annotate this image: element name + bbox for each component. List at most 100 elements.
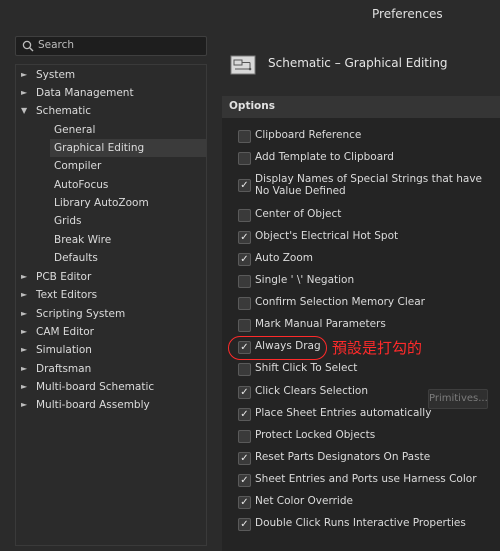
tree-item-label: Draftsman	[36, 363, 92, 375]
option-label: Clipboard Reference	[255, 129, 362, 141]
option-checkbox[interactable]	[238, 319, 251, 332]
tree-item[interactable]: ► Simulation	[16, 341, 206, 359]
option-checkbox[interactable]	[238, 275, 251, 288]
tree-item[interactable]: ► Draftsman	[16, 360, 206, 378]
option-checkbox[interactable]: ✓	[238, 231, 251, 244]
option-checkbox[interactable]: ✓	[238, 518, 251, 531]
option-row[interactable]: ✓ Reset Parts Designators On Paste	[222, 448, 500, 468]
option-label: Confirm Selection Memory Clear	[255, 296, 425, 308]
option-row[interactable]: Add Template to Clipboard	[222, 148, 500, 168]
option-label: Net Color Override	[255, 495, 353, 507]
tree-item[interactable]: ► Data Management	[16, 84, 206, 102]
option-label: Object's Electrical Hot Spot	[255, 230, 399, 242]
options-header: Options	[222, 96, 500, 118]
tree-item-label: Compiler	[54, 160, 102, 172]
chevron-right-icon[interactable]: ►	[21, 341, 31, 359]
option-row[interactable]: ✓ Object's Electrical Hot Spot	[222, 227, 500, 247]
tree-item-label: Data Management	[36, 87, 134, 99]
tree-item-label: Library AutoZoom	[54, 197, 149, 209]
option-label: Center of Object	[255, 208, 342, 220]
option-checkbox[interactable]: ✓	[238, 452, 251, 465]
tree-item[interactable]: ► Multi-board Schematic	[16, 378, 206, 396]
tree-item-label: Grids	[54, 215, 82, 227]
option-label: Single ' \' Negation	[255, 274, 355, 286]
tree-item[interactable]: Break Wire	[50, 231, 206, 249]
option-row[interactable]: Confirm Selection Memory Clear	[222, 293, 500, 313]
option-label: Place Sheet Entries automatically	[255, 407, 432, 419]
option-label: Double Click Runs Interactive Properties	[255, 517, 466, 529]
window-title: Preferences	[372, 7, 443, 21]
option-row[interactable]: Protect Locked Objects	[222, 426, 500, 446]
search-input[interactable]: Search	[15, 36, 207, 56]
option-label: Shift Click To Select	[255, 362, 358, 374]
tree-item[interactable]: General	[50, 121, 206, 139]
tree-item-label: System	[36, 69, 76, 81]
tree-item[interactable]: AutoFocus	[50, 176, 206, 194]
tree-item-label: Graphical Editing	[54, 142, 145, 154]
option-checkbox[interactable]: ✓	[238, 474, 251, 487]
primitives-button[interactable]: Primitives...	[428, 389, 488, 409]
page-title: Schematic – Graphical Editing	[268, 56, 448, 70]
chevron-right-icon[interactable]: ►	[21, 84, 31, 102]
option-row[interactable]: Shift Click To Select	[222, 359, 500, 379]
option-row[interactable]: ✓ Auto Zoom	[222, 249, 500, 269]
option-row[interactable]: Center of Object	[222, 205, 500, 225]
tree-item-label: General	[54, 124, 96, 136]
left-panel: Search ► System ► Data Management ▼ Schematic…	[0, 28, 214, 551]
tree-item-label: Multi-board Schematic	[36, 381, 155, 393]
option-row[interactable]: ✓ Double Click Runs Interactive Propertie…	[222, 514, 500, 534]
option-checkbox[interactable]	[238, 209, 251, 222]
option-checkbox[interactable]: ✓	[238, 496, 251, 509]
tree-item[interactable]: ▼ Schematic	[16, 102, 206, 120]
tree-item[interactable]: Library AutoZoom	[50, 194, 206, 212]
option-label: Display Names of Special Strings that ha…	[255, 173, 483, 197]
tree-item[interactable]: ► Text Editors	[16, 286, 206, 304]
chevron-right-icon[interactable]: ►	[21, 323, 31, 341]
chevron-right-icon[interactable]: ►	[21, 305, 31, 323]
tree-item[interactable]: Grids	[50, 212, 206, 230]
tree-item-label: Multi-board Assembly	[36, 399, 150, 411]
option-checkbox[interactable]	[238, 152, 251, 165]
option-row[interactable]: Mark Manual Parameters	[222, 315, 500, 335]
tree-item[interactable]: ► Multi-board Assembly	[16, 396, 206, 414]
option-checkbox[interactable]: ✓	[238, 386, 251, 399]
option-row[interactable]: ✓ Sheet Entries and Ports use Harness Col…	[222, 470, 500, 490]
option-checkbox[interactable]: ✓	[238, 253, 251, 266]
tree-item-label: Break Wire	[54, 234, 112, 246]
chevron-right-icon[interactable]: ►	[21, 66, 31, 84]
chevron-right-icon[interactable]: ►	[21, 268, 31, 286]
option-label: Add Template to Clipboard	[255, 151, 394, 163]
chevron-right-icon[interactable]: ►	[21, 378, 31, 396]
option-row[interactable]: Clipboard Reference	[222, 126, 500, 146]
chevron-right-icon[interactable]: ►	[21, 360, 31, 378]
tree-item-label: PCB Editor	[36, 271, 92, 283]
tree-item-label: Scripting System	[36, 308, 126, 320]
tree-item[interactable]: Defaults	[50, 249, 206, 267]
option-label: Sheet Entries and Ports use Harness Colo…	[255, 473, 477, 485]
option-checkbox[interactable]: ✓	[238, 179, 251, 192]
option-label: Click Clears Selection	[255, 385, 369, 397]
tree-item[interactable]: Compiler	[50, 157, 206, 175]
chevron-down-icon[interactable]: ▼	[21, 102, 31, 120]
option-checkbox[interactable]	[238, 430, 251, 443]
chevron-right-icon[interactable]: ►	[21, 396, 31, 414]
option-row[interactable]: Single ' \' Negation	[222, 271, 500, 291]
option-label: Reset Parts Designators On Paste	[255, 451, 431, 463]
tree-item[interactable]: ► PCB Editor	[16, 268, 206, 286]
tree-item[interactable]: ► System	[16, 66, 206, 84]
tree-item[interactable]: ► CAM Editor	[16, 323, 206, 341]
chevron-right-icon[interactable]: ►	[21, 286, 31, 304]
option-checkbox[interactable]: ✓	[238, 408, 251, 421]
option-label: Auto Zoom	[255, 252, 313, 264]
option-row[interactable]: ✓ Net Color Override	[222, 492, 500, 512]
option-checkbox[interactable]	[238, 363, 251, 376]
tree-item-label: Defaults	[54, 252, 98, 264]
option-checkbox[interactable]	[238, 297, 251, 310]
preferences-tree[interactable]: ► System ► Data Management ▼ Schematic General…	[15, 64, 207, 546]
option-checkbox[interactable]	[238, 130, 251, 143]
annotation-note: 預設是打勾的	[332, 339, 423, 357]
tree-item[interactable]: Graphical Editing	[50, 139, 206, 157]
title-bar: Preferences	[0, 0, 500, 28]
tree-item[interactable]: ► Scripting System	[16, 305, 206, 323]
option-row[interactable]: ✓ Display Names of Special Strings that h…	[222, 171, 500, 203]
